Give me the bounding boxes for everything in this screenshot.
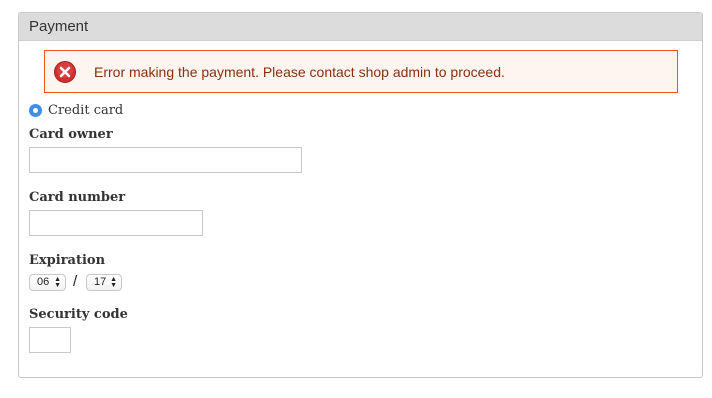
security-code-label: Security code [29,307,128,322]
error-message-text: Error making the payment. Please contact… [94,63,505,80]
up-down-arrows-icon: ▲ ▼ [54,276,61,289]
payment-fieldset: Payment Error making the payment. Please… [18,12,703,378]
up-down-arrows-icon: ▲ ▼ [110,276,117,289]
credit-card-label: Credit card [48,103,124,118]
credit-card-radio[interactable] [29,104,42,117]
error-x-icon [54,60,76,83]
security-code-input[interactable] [29,327,71,353]
payment-method-credit-card[interactable]: Credit card [29,103,123,118]
expiration-month-value: 06 [37,276,50,288]
card-owner-input[interactable] [29,147,302,173]
card-number-label: Card number [29,190,126,205]
expiration-separator: / [73,273,78,290]
expiration-month-select[interactable]: 06 ▲ ▼ [29,274,66,291]
expiration-year-select[interactable]: 17 ▲ ▼ [86,274,122,291]
card-number-input[interactable] [29,210,203,236]
payment-legend: Payment [19,13,702,41]
expiration-year-value: 17 [94,276,107,288]
expiration-label: Expiration [29,253,106,268]
card-owner-label: Card owner [29,127,113,142]
error-message-box: Error making the payment. Please contact… [44,50,678,93]
